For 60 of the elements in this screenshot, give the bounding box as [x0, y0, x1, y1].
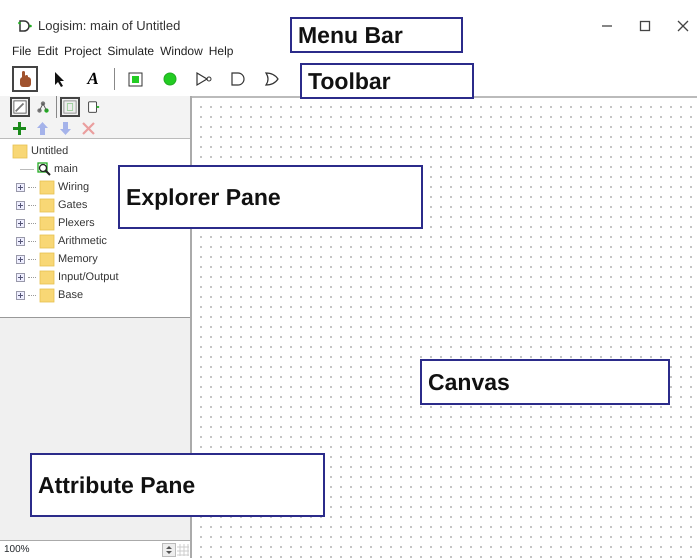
toolbox-icon — [13, 99, 27, 115]
toolbox-tool-button[interactable] — [10, 97, 30, 117]
maximize-icon[interactable] — [639, 20, 651, 32]
up-arrow-icon — [35, 120, 50, 136]
callout-label: Toolbar — [300, 63, 474, 99]
or-gate-icon — [263, 70, 281, 88]
down-arrow-icon — [58, 120, 73, 136]
and-gate-icon — [229, 70, 247, 88]
add-button[interactable] — [12, 120, 27, 136]
callout-label: Canvas — [420, 359, 670, 405]
expand-icon[interactable] — [16, 236, 25, 246]
menu-item[interactable]: Project — [64, 42, 102, 60]
app-logo-icon — [18, 20, 32, 32]
delete-icon — [81, 120, 96, 136]
folder-icon — [39, 179, 55, 195]
add-icon — [12, 120, 27, 136]
not-gate-icon — [195, 70, 213, 88]
output-pin-icon — [161, 70, 179, 88]
folder-icon — [12, 143, 28, 159]
expand-icon[interactable] — [16, 290, 25, 300]
callout-label: Explorer Pane — [118, 165, 423, 229]
menu-item[interactable]: Edit — [37, 42, 58, 60]
spinner-icon[interactable] — [162, 542, 176, 556]
folder-icon — [39, 287, 55, 303]
expand-icon[interactable] — [16, 254, 25, 264]
input-pin-icon — [127, 70, 145, 88]
expand-icon[interactable] — [16, 272, 25, 282]
menu-item[interactable]: File — [12, 42, 32, 60]
tree-item[interactable]: Plexers — [58, 214, 95, 232]
tree-item[interactable]: Wiring — [58, 178, 90, 196]
tree-icon — [36, 99, 50, 115]
zoom-field[interactable]: 100% — [2, 542, 122, 558]
tree-item[interactable]: Memory — [58, 250, 98, 268]
menu-item[interactable]: Simulate — [107, 42, 154, 60]
tree-item[interactable]: Untitled — [31, 142, 68, 160]
callout-label: Attribute Pane — [30, 453, 325, 517]
expand-icon[interactable] — [16, 200, 25, 210]
layout-icon — [63, 99, 77, 115]
expand-icon[interactable] — [16, 182, 25, 192]
tree-item[interactable]: Gates — [58, 196, 88, 214]
tree-item[interactable]: main — [54, 160, 78, 178]
appearance-icon — [86, 99, 100, 115]
folder-icon — [39, 197, 55, 213]
folder-icon — [39, 215, 55, 231]
layout-tool-button[interactable] — [60, 97, 80, 117]
expand-icon[interactable] — [16, 218, 25, 228]
menu-item[interactable]: Window — [160, 42, 203, 60]
folder-icon — [39, 233, 55, 249]
tree-item[interactable]: Base — [58, 286, 84, 304]
circuit-icon — [37, 162, 51, 176]
hand-tool-button[interactable] — [12, 66, 38, 92]
close-icon[interactable] — [677, 20, 689, 32]
text-tool-button[interactable]: A — [80, 66, 106, 92]
tree-item[interactable]: Input/Output — [58, 268, 119, 286]
folder-icon — [39, 269, 55, 285]
window-title: Logisim: main of Untitled — [38, 17, 180, 36]
menu-item[interactable]: Help — [208, 42, 234, 60]
folder-icon — [39, 251, 55, 267]
callout-label: Menu Bar — [290, 17, 463, 53]
tree-item[interactable]: Arithmetic — [58, 232, 107, 250]
